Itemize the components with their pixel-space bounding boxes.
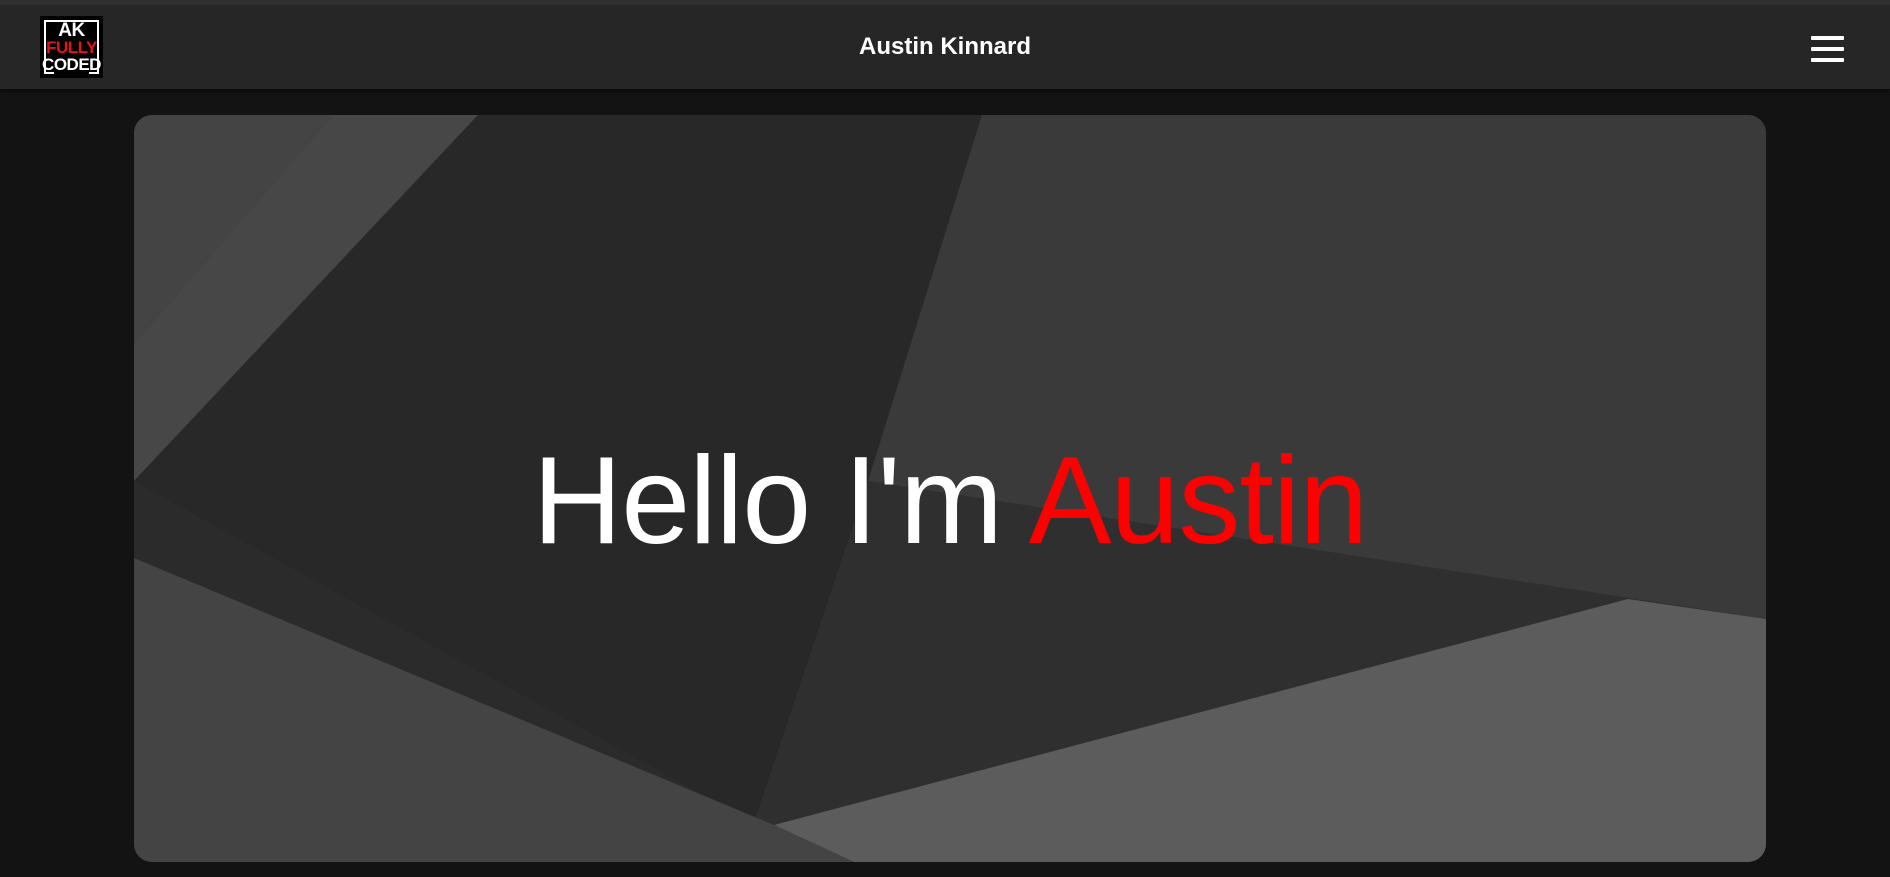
top-navigation-bar: AK FULLY CODED Austin Kinnard	[0, 0, 1890, 89]
hero-heading: Hello I'm Austin	[134, 430, 1766, 572]
hero-greeting: Hello I'm	[532, 432, 1003, 570]
menu-bar-top	[1811, 36, 1844, 40]
site-title[interactable]: Austin Kinnard	[0, 33, 1890, 61]
menu-bar-bottom	[1811, 58, 1844, 62]
menu-bar-middle	[1811, 47, 1844, 51]
hero-banner: Hello I'm Austin	[134, 115, 1766, 862]
hamburger-menu-icon[interactable]	[1803, 33, 1849, 67]
hero-name: Austin	[1028, 432, 1369, 570]
